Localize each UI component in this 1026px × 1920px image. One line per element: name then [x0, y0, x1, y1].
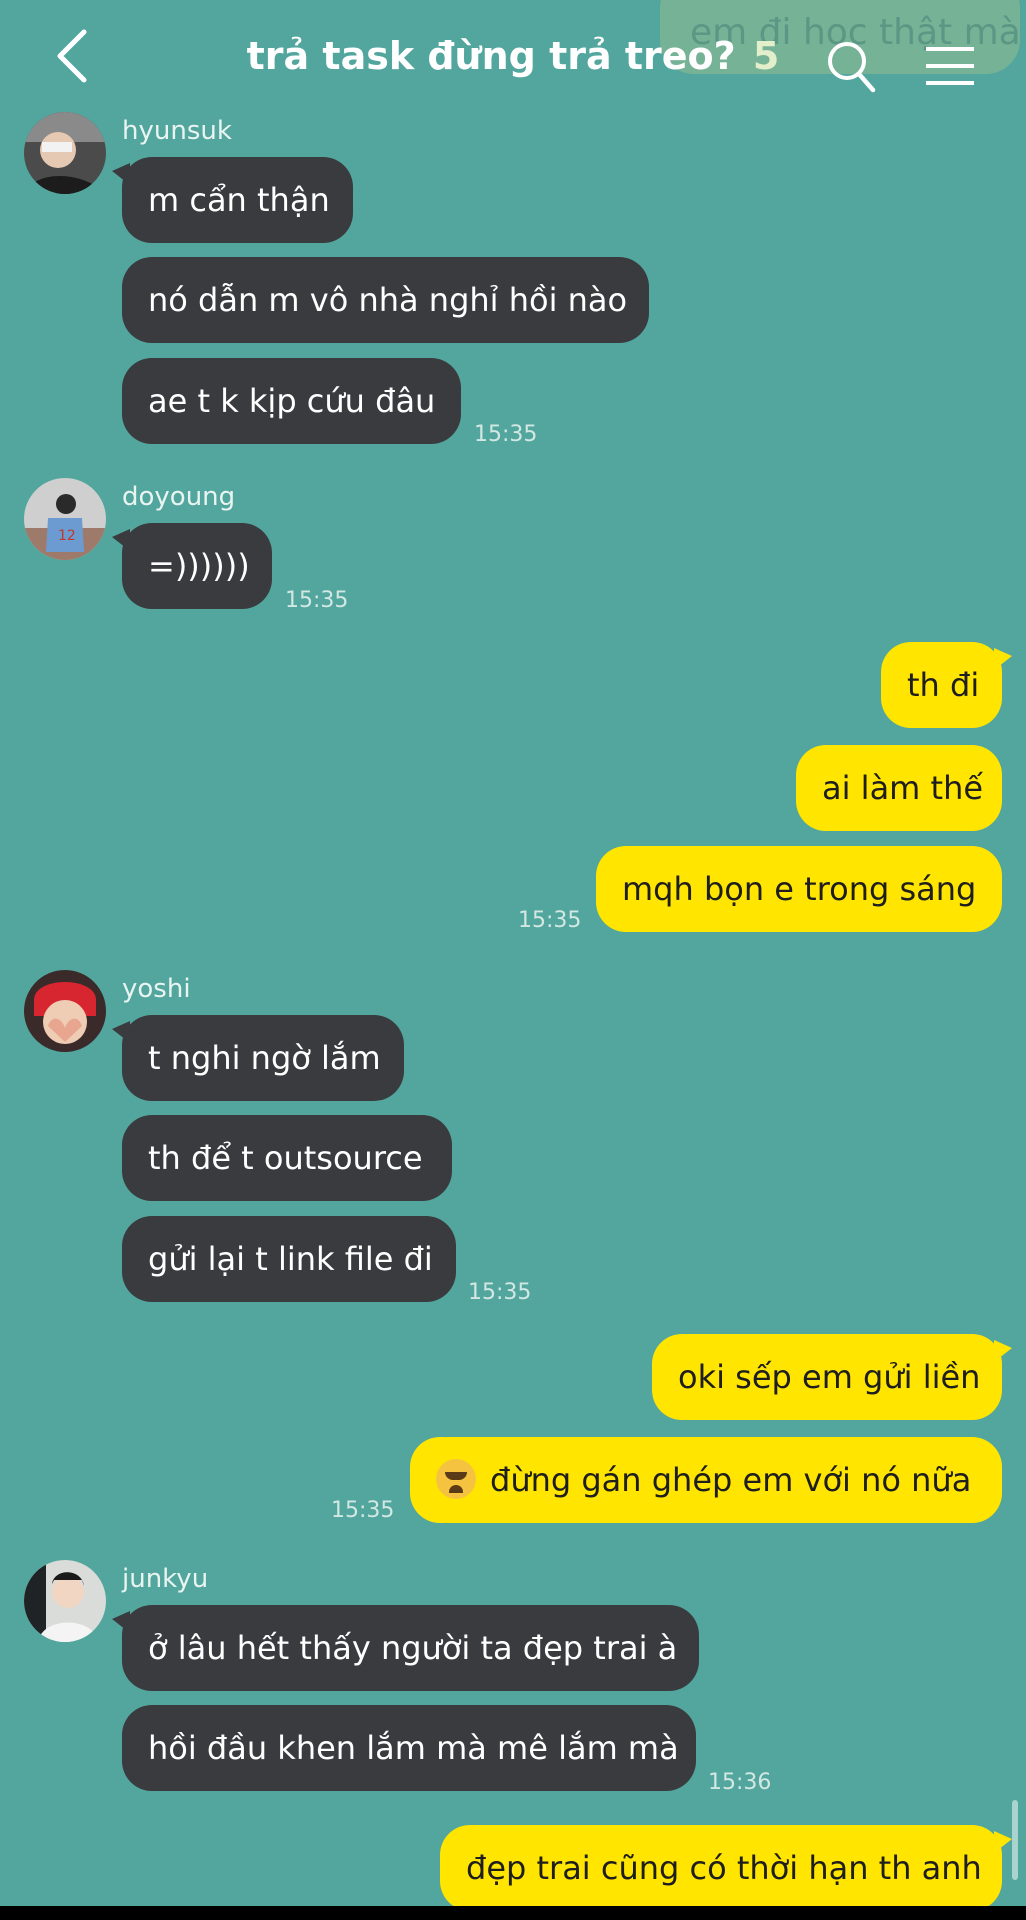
loudly-crying-face-icon: [436, 1459, 476, 1499]
message-time: 15:35: [285, 588, 349, 613]
avatar-yoshi[interactable]: [24, 970, 106, 1052]
message-text: đừng gán ghép em với nó nữa: [490, 1461, 972, 1499]
message-bubble[interactable]: t nghi ngờ lắm: [112, 1015, 404, 1101]
bottom-bar: [0, 1906, 1026, 1920]
message-bubble[interactable]: nó dẫn m vô nhà nghỉ hồi nào: [122, 257, 649, 343]
message-bubble[interactable]: ai làm thế: [796, 745, 1002, 831]
message-bubble[interactable]: đừng gán ghép em với nó nữa: [410, 1437, 1002, 1523]
message-bubble[interactable]: oki sếp em gửi liền: [652, 1334, 1012, 1420]
message-time: 15:35: [474, 422, 538, 447]
message-bubble[interactable]: mqh bọn e trong sáng: [596, 846, 1002, 932]
message-time: 15:35: [468, 1280, 532, 1305]
message-bubble[interactable]: hồi đầu khen lắm mà mê lắm mà: [122, 1705, 696, 1791]
chat-header: trả task đừng trả treo? 5: [0, 0, 1026, 112]
sender-name: hyunsuk: [122, 116, 232, 146]
member-count: 5: [752, 34, 780, 78]
message-bubble[interactable]: =)))))): [112, 523, 272, 609]
search-icon[interactable]: [826, 40, 876, 94]
message-bubble[interactable]: đẹp trai cũng có thời hạn th anh: [440, 1825, 1012, 1911]
avatar-doyoung[interactable]: 12: [24, 478, 106, 560]
sender-name: doyoung: [122, 482, 236, 512]
sender-name: yoshi: [122, 974, 191, 1004]
message-time: 15:35: [518, 908, 582, 933]
message-time: 15:36: [708, 1770, 772, 1795]
chat-title-text: trả task đừng trả treo?: [246, 34, 736, 78]
message-bubble[interactable]: th để t outsource: [122, 1115, 452, 1201]
svg-text:12: 12: [58, 528, 76, 544]
message-bubble[interactable]: ae t k kịp cứu đâu: [122, 358, 461, 444]
message-bubble[interactable]: th đi: [881, 642, 1012, 728]
avatar-junkyu[interactable]: [24, 1560, 106, 1642]
avatar-hyunsuk[interactable]: [24, 112, 106, 194]
message-bubble[interactable]: ở lâu hết thấy người ta đẹp trai à: [112, 1605, 699, 1691]
sender-name: junkyu: [122, 1564, 209, 1594]
hamburger-menu-icon[interactable]: [924, 46, 976, 86]
scrollbar[interactable]: [1012, 1800, 1018, 1880]
message-bubble[interactable]: gửi lại t link file đi: [122, 1216, 456, 1302]
message-time: 15:35: [331, 1498, 395, 1523]
message-bubble[interactable]: m cẩn thận: [112, 157, 353, 243]
